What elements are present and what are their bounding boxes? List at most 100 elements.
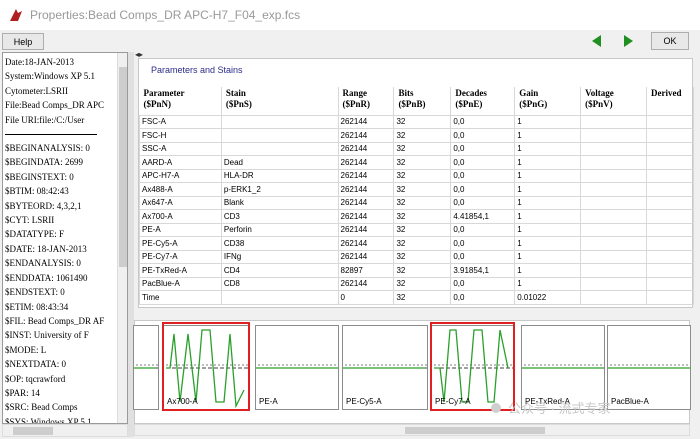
table-cell[interactable]: [580, 182, 647, 197]
table-cell[interactable]: 1: [514, 263, 582, 278]
table-cell[interactable]: 262144: [337, 168, 395, 183]
table-cell[interactable]: 1: [514, 168, 582, 183]
table-cell[interactable]: 0,0: [450, 249, 516, 264]
table-cell[interactable]: Blank: [220, 195, 339, 210]
table-cell[interactable]: PE-TxRed-A: [139, 263, 222, 278]
table-cell[interactable]: 32: [393, 114, 452, 129]
table-cell[interactable]: [645, 263, 694, 278]
table-cell[interactable]: 32: [393, 263, 452, 278]
table-row[interactable]: AARD-A Dead 262144 32 0,0 1: [139, 155, 694, 170]
table-cell[interactable]: Time: [139, 290, 222, 305]
table-cell[interactable]: [580, 236, 647, 251]
table-cell[interactable]: AARD-A: [139, 155, 222, 170]
table-cell[interactable]: 32: [393, 222, 452, 237]
table-cell[interactable]: 32: [393, 290, 452, 305]
scroll-thumb[interactable]: [119, 67, 127, 267]
table-cell[interactable]: [580, 263, 647, 278]
plot-horizontal-scrollbar[interactable]: [134, 424, 690, 436]
table-row[interactable]: PE-Cy7-A IFNg 262144 32 0,0 1: [139, 249, 694, 264]
keyword-horizontal-scrollbar[interactable]: [2, 424, 128, 437]
table-cell[interactable]: 0,0: [450, 155, 516, 170]
table-cell[interactable]: 1: [514, 128, 582, 143]
table-cell[interactable]: [645, 182, 694, 197]
table-cell[interactable]: 0,0: [450, 182, 516, 197]
table-cell[interactable]: [645, 222, 694, 237]
table-cell[interactable]: p-ERK1_2: [220, 182, 339, 197]
table-cell[interactable]: [645, 236, 694, 251]
column-header[interactable]: Derived: [646, 87, 694, 116]
table-cell[interactable]: Perforin: [220, 222, 339, 237]
table-cell[interactable]: APC-H7-A: [139, 168, 222, 183]
table-cell[interactable]: [580, 249, 647, 264]
table-cell[interactable]: [580, 276, 647, 291]
table-cell[interactable]: IFNg: [220, 249, 339, 264]
table-cell[interactable]: CD4: [220, 263, 339, 278]
table-cell[interactable]: [580, 141, 647, 156]
table-cell[interactable]: 262144: [337, 249, 395, 264]
table-cell[interactable]: [645, 209, 694, 224]
table-cell[interactable]: [580, 128, 647, 143]
table-cell[interactable]: 32: [393, 155, 452, 170]
table-cell[interactable]: 0,0: [450, 114, 516, 129]
table-row[interactable]: FSC-A 262144 32 0,0 1: [139, 114, 694, 129]
table-cell[interactable]: 32: [393, 195, 452, 210]
table-cell[interactable]: [645, 290, 694, 305]
parameter-plot[interactable]: PE-Cy5-A: [342, 325, 428, 410]
column-header[interactable]: Parameter ($PnN): [139, 87, 222, 116]
column-header[interactable]: Voltage ($PnV): [580, 87, 647, 116]
column-header[interactable]: Gain ($PnG): [514, 87, 582, 116]
keyword-vertical-scrollbar[interactable]: [117, 53, 127, 423]
table-cell[interactable]: 0: [337, 290, 395, 305]
table-cell[interactable]: 0,0: [450, 236, 516, 251]
table-cell[interactable]: [580, 155, 647, 170]
table-cell[interactable]: [580, 222, 647, 237]
table-cell[interactable]: 1: [514, 182, 582, 197]
table-cell[interactable]: [645, 249, 694, 264]
column-header[interactable]: Stain ($PnS): [221, 87, 339, 116]
table-cell[interactable]: PE-Cy7-A: [139, 249, 222, 264]
table-cell[interactable]: 262144: [337, 128, 395, 143]
table-row[interactable]: Ax488-A p-ERK1_2 262144 32 0,0 1: [139, 182, 694, 197]
arrow-left-icon[interactable]: [592, 35, 601, 47]
table-cell[interactable]: [580, 195, 647, 210]
table-cell[interactable]: 262144: [337, 114, 395, 129]
table-cell[interactable]: Dead: [220, 155, 339, 170]
table-cell[interactable]: [645, 195, 694, 210]
table-cell[interactable]: 32: [393, 168, 452, 183]
table-row[interactable]: Ax647-A Blank 262144 32 0,0 1: [139, 195, 694, 210]
table-row[interactable]: PE-TxRed-A CD4 82897 32 3.91854,1 1: [139, 263, 694, 278]
table-cell[interactable]: PE-Cy5-A: [139, 236, 222, 251]
table-cell[interactable]: [220, 290, 339, 305]
help-button[interactable]: Help: [2, 33, 44, 50]
parameter-plot[interactable]: PE-A: [255, 325, 339, 410]
table-cell[interactable]: CD3: [220, 209, 339, 224]
table-cell[interactable]: 32: [393, 276, 452, 291]
table-cell[interactable]: PacBlue-A: [139, 276, 222, 291]
table-cell[interactable]: 0.01022: [514, 290, 582, 305]
table-row[interactable]: SSC-A 262144 32 0,0 1: [139, 141, 694, 156]
table-cell[interactable]: [645, 276, 694, 291]
table-cell[interactable]: 262144: [337, 222, 395, 237]
table-cell[interactable]: 1: [514, 236, 582, 251]
table-cell[interactable]: 4.41854,1: [450, 209, 516, 224]
table-cell[interactable]: 1: [514, 141, 582, 156]
table-cell[interactable]: 32: [393, 236, 452, 251]
table-cell[interactable]: 3.91854,1: [450, 263, 516, 278]
scroll-thumb[interactable]: [13, 427, 53, 435]
table-cell[interactable]: 82897: [337, 263, 395, 278]
table-cell[interactable]: 1: [514, 114, 582, 129]
table-cell[interactable]: 1: [514, 155, 582, 170]
table-cell[interactable]: 1: [514, 249, 582, 264]
table-cell[interactable]: 262144: [337, 236, 395, 251]
column-header[interactable]: Decades ($PnE): [450, 87, 516, 116]
parameter-plot[interactable]: [133, 325, 159, 410]
keyword-list[interactable]: Date:18-JAN-2013 System:Windows XP 5.1 Cyt…: [2, 52, 128, 424]
table-cell[interactable]: 0,0: [450, 195, 516, 210]
table-cell[interactable]: 262144: [337, 209, 395, 224]
table-cell[interactable]: 262144: [337, 182, 395, 197]
table-row[interactable]: FSC-H 262144 32 0,0 1: [139, 128, 694, 143]
table-cell[interactable]: [645, 141, 694, 156]
table-cell[interactable]: 262144: [337, 155, 395, 170]
table-cell[interactable]: HLA-DR: [220, 168, 339, 183]
table-cell[interactable]: 1: [514, 209, 582, 224]
